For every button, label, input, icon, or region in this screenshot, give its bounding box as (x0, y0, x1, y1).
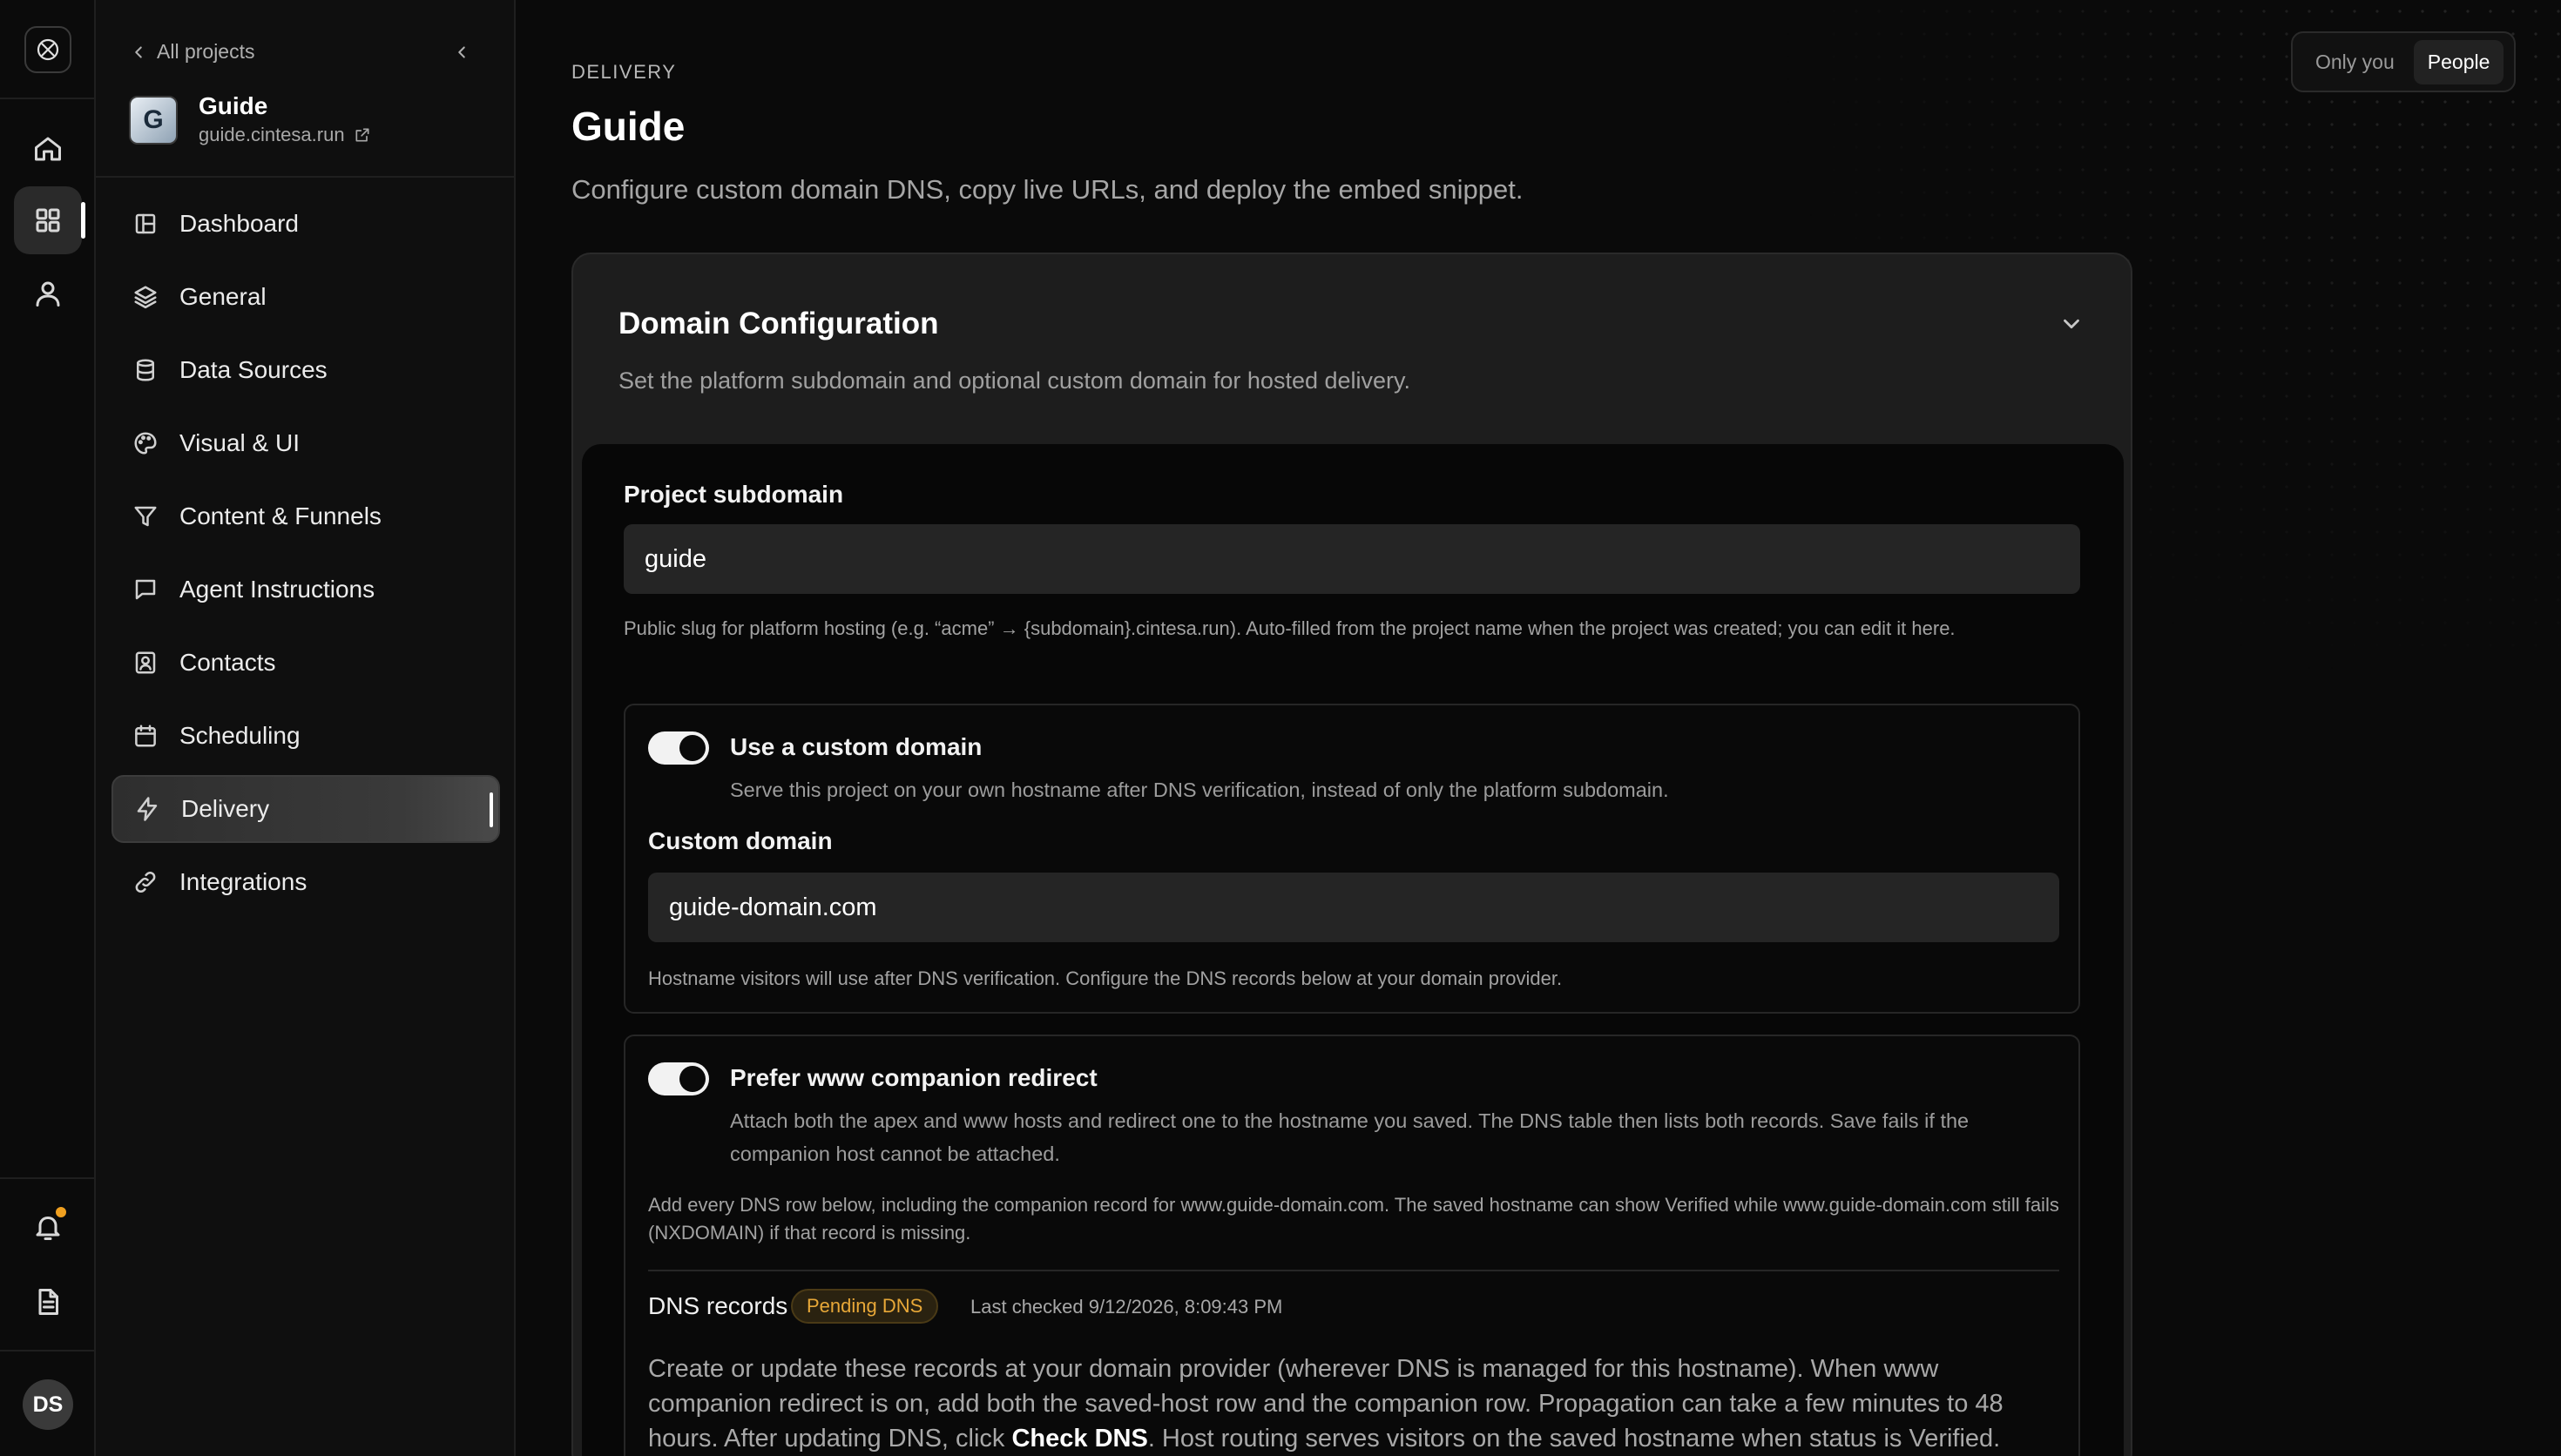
nav-item-general[interactable]: General (111, 263, 500, 331)
visibility-option-only-you[interactable]: Only you (2301, 40, 2409, 84)
page-eyebrow: DELIVERY (571, 61, 677, 83)
nav-item-integrations[interactable]: Integrations (111, 848, 500, 916)
subdomain-help: Public slug for platform hosting (e.g. “… (624, 617, 1956, 639)
project-domain: guide.cintesa.run (199, 124, 345, 145)
nav-item-data-sources[interactable]: Data Sources (111, 336, 500, 404)
card-title: Domain Configuration (618, 307, 939, 340)
app-rail: DS (0, 0, 96, 1456)
custom-domain-toggle-desc: Serve this project on your own hostname … (730, 779, 1669, 801)
project-nav: Dashboard General Data Sources Visual & … (111, 190, 500, 921)
rail-home-button[interactable] (14, 115, 82, 183)
layers-icon (134, 286, 157, 309)
rail-account-button[interactable] (14, 260, 82, 327)
nav-item-delivery[interactable]: Delivery (111, 775, 500, 843)
card-subtitle: Set the platform subdomain and optional … (618, 367, 1411, 394)
nav-item-label: Data Sources (179, 356, 328, 383)
database-icon (137, 359, 154, 381)
main-content: DELIVERY Guide Configure custom domain D… (516, 0, 2561, 1456)
chevron-left-icon (458, 46, 465, 58)
domain-configuration-card: Domain Configuration Set the platform su… (571, 253, 2132, 1456)
project-name: Guide (199, 92, 268, 119)
domain-form: Project subdomain Public slug for platfo… (582, 444, 2124, 1456)
all-projects-label: All projects (157, 40, 255, 63)
dns-records-title: DNS records (648, 1292, 788, 1319)
chevron-left-icon (135, 45, 142, 58)
nav-item-scheduling[interactable]: Scheduling (111, 702, 500, 770)
contact-icon (135, 651, 156, 674)
nav-item-label: Contacts (179, 649, 276, 676)
nav-item-content-funnels[interactable]: Content & Funnels (111, 482, 500, 550)
collapse-card-button[interactable] (2054, 307, 2089, 341)
collapse-sidebar-button[interactable] (448, 38, 476, 66)
docs-button[interactable] (14, 1268, 82, 1336)
project-sidebar: All projects G Guide guide.cintesa.run D… (96, 0, 516, 1456)
check-dns-link[interactable]: Check DNS (1011, 1425, 1147, 1453)
link-icon (135, 871, 156, 893)
rail-divider (0, 98, 96, 99)
custom-domain-input[interactable] (648, 873, 2059, 942)
project-logo: G (129, 96, 178, 145)
nav-item-agent-instructions[interactable]: Agent Instructions (111, 556, 500, 624)
dns-status-badge: Pending DNS (791, 1289, 939, 1324)
section-divider (648, 1270, 2059, 1271)
custom-domain-help: Hostname visitors will use after DNS ver… (648, 967, 1563, 989)
www-redirect-toggle-desc: Attach both the apex and www hosts and r… (730, 1109, 1970, 1165)
rail-divider (0, 1350, 96, 1352)
nav-item-label: Content & Funnels (179, 502, 382, 529)
calendar-icon (135, 725, 156, 747)
nav-item-label: Scheduling (179, 722, 301, 749)
funnel-icon (134, 506, 157, 527)
dns-last-checked: Last checked 9/12/2026, 8:09:43 PM (970, 1296, 1283, 1318)
app-logo-icon[interactable] (24, 26, 71, 73)
nav-item-visual-ui[interactable]: Visual & UI (111, 409, 500, 477)
grid-icon (36, 208, 60, 233)
custom-domain-section: Use a custom domain Serve this project o… (624, 704, 2080, 1014)
custom-domain-toggle-label: Use a custom domain (730, 733, 983, 760)
rail-divider (0, 1177, 96, 1179)
all-projects-link[interactable]: All projects (129, 40, 254, 64)
visibility-option-people[interactable]: People (2413, 39, 2504, 84)
visibility-toggle: Only you People (2291, 31, 2516, 92)
www-redirect-note: Add every DNS row below, including the c… (648, 1194, 2059, 1244)
nav-item-label: Agent Instructions (179, 576, 375, 603)
nav-item-dashboard[interactable]: Dashboard (111, 190, 500, 258)
bolt-icon (137, 797, 158, 821)
nav-item-label: Delivery (181, 795, 270, 822)
chevron-down-icon (2064, 319, 2079, 329)
dns-desc-text: . Host routing serves visitors on the sa… (1147, 1425, 2001, 1453)
notification-dot (54, 1205, 68, 1219)
sidebar-divider (96, 176, 514, 178)
rail-projects-button[interactable] (14, 186, 85, 254)
subdomain-label: Project subdomain (624, 481, 844, 508)
nav-item-label: Dashboard (179, 210, 299, 237)
www-redirect-toggle-label: Prefer www companion redirect (730, 1064, 1098, 1091)
external-link-icon (355, 128, 369, 142)
nav-item-contacts[interactable]: Contacts (111, 629, 500, 697)
www-redirect-section: Prefer www companion redirect Attach bot… (624, 1035, 2080, 1456)
custom-domain-label: Custom domain (648, 827, 833, 854)
subdomain-input[interactable] (624, 524, 2080, 594)
www-redirect-toggle[interactable] (648, 1062, 709, 1095)
chat-icon (135, 579, 156, 600)
nav-item-label: Integrations (179, 868, 307, 895)
notifications-button[interactable] (14, 1193, 82, 1261)
dashboard-icon (135, 213, 156, 234)
user-avatar[interactable]: DS (23, 1379, 73, 1430)
custom-domain-toggle[interactable] (648, 731, 709, 765)
page-subtitle: Configure custom domain DNS, copy live U… (571, 174, 1524, 205)
nav-item-label: Visual & UI (179, 429, 300, 456)
document-icon (38, 1289, 58, 1315)
dns-description: Create or update these records at your d… (648, 1352, 2059, 1456)
project-domain-link[interactable]: guide.cintesa.run (199, 124, 371, 146)
nav-item-label: General (179, 283, 267, 310)
home-icon (35, 137, 61, 161)
user-icon (36, 281, 60, 307)
palette-icon (134, 432, 157, 455)
page-title: Guide (571, 104, 686, 149)
